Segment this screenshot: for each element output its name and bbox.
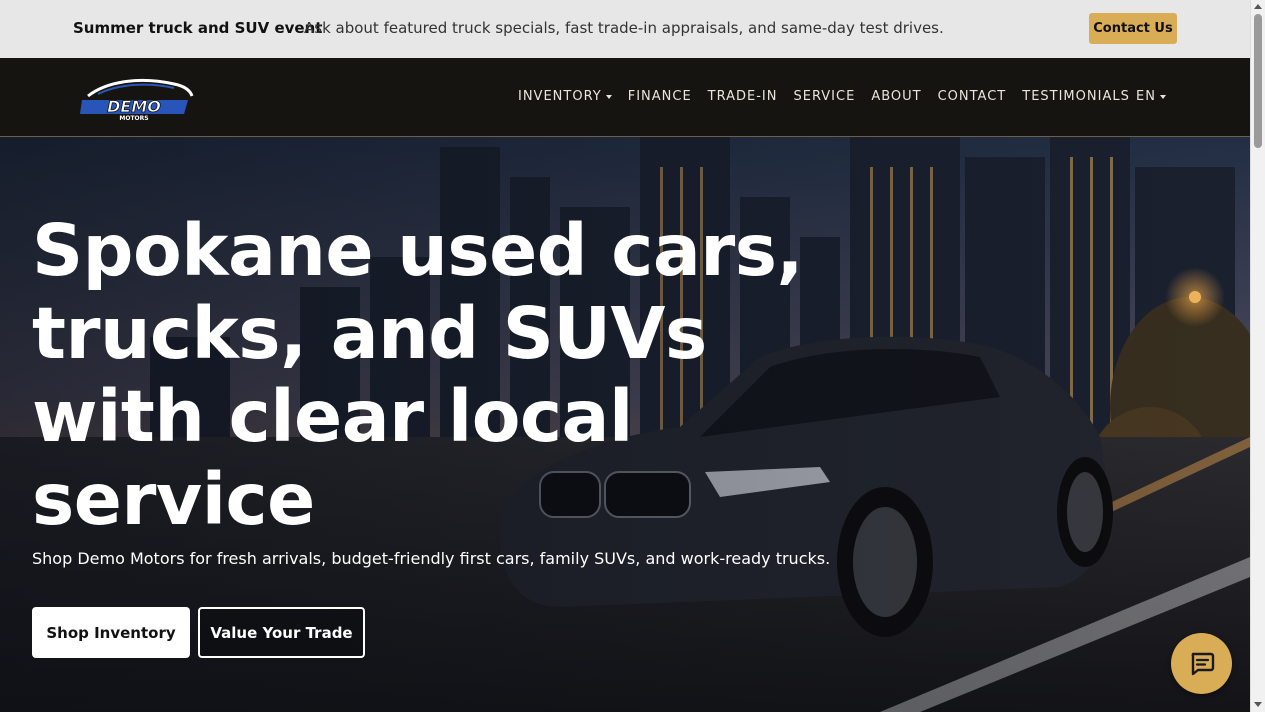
- logo-subtext: MOTORS: [119, 115, 148, 122]
- logo[interactable]: DEMO MOTORS: [78, 74, 194, 122]
- hero-headline: Spokane used cars, trucks, and SUVs with…: [32, 209, 804, 541]
- promo-text: Ask about featured truck specials, fast …: [304, 19, 944, 37]
- nav-item-finance[interactable]: FINANCE: [628, 89, 692, 104]
- main-nav: INVENTORY FINANCE TRADE-IN SERVICE ABOUT…: [518, 89, 1146, 104]
- site-header: DEMO MOTORS INVENTORY FINANCE TRADE-IN S…: [0, 58, 1250, 137]
- nav-item-testimonials[interactable]: TESTIMONIALS: [1022, 89, 1130, 104]
- chat-bubble-icon: [1191, 652, 1214, 675]
- scroll-down-icon[interactable]: [1254, 702, 1262, 707]
- shop-inventory-button[interactable]: Shop Inventory: [32, 607, 190, 658]
- nav-item-label: CONTACT: [937, 89, 1007, 104]
- page-scrollbar[interactable]: [1250, 0, 1265, 712]
- nav-item-about[interactable]: ABOUT: [871, 89, 921, 104]
- language-label: EN: [1136, 89, 1156, 104]
- hero-section: Spokane used cars, trucks, and SUVs with…: [0, 137, 1250, 712]
- nav-item-label: INVENTORY: [518, 89, 602, 104]
- language-selector[interactable]: EN: [1136, 89, 1166, 104]
- logo-text: DEMO: [107, 97, 161, 116]
- chevron-down-icon: [1159, 94, 1166, 99]
- nav-item-label: FINANCE: [627, 89, 692, 104]
- promo-title: Summer truck and SUV event: [73, 19, 323, 37]
- nav-item-label: SERVICE: [793, 89, 856, 104]
- value-your-trade-button[interactable]: Value Your Trade: [198, 607, 365, 658]
- chat-widget-button[interactable]: [1171, 633, 1232, 694]
- contact-us-button[interactable]: Contact Us: [1089, 13, 1177, 44]
- nav-item-inventory[interactable]: INVENTORY: [518, 89, 612, 104]
- nav-item-label: TESTIMONIALS: [1022, 89, 1130, 104]
- logo-graphic: DEMO MOTORS: [80, 78, 194, 122]
- nav-item-trade-in[interactable]: TRADE-IN: [708, 89, 778, 104]
- nav-item-contact[interactable]: CONTACT: [938, 89, 1007, 104]
- nav-item-label: ABOUT: [871, 89, 922, 104]
- nav-item-label: TRADE-IN: [707, 89, 778, 104]
- hero-subtext: Shop Demo Motors for fresh arrivals, bud…: [32, 549, 831, 568]
- promo-bar: Summer truck and SUV event Ask about fea…: [0, 0, 1250, 58]
- scroll-up-icon[interactable]: [1254, 4, 1262, 9]
- nav-item-service[interactable]: SERVICE: [794, 89, 856, 104]
- scrollbar-thumb[interactable]: [1254, 14, 1262, 148]
- chevron-down-icon: [605, 94, 612, 99]
